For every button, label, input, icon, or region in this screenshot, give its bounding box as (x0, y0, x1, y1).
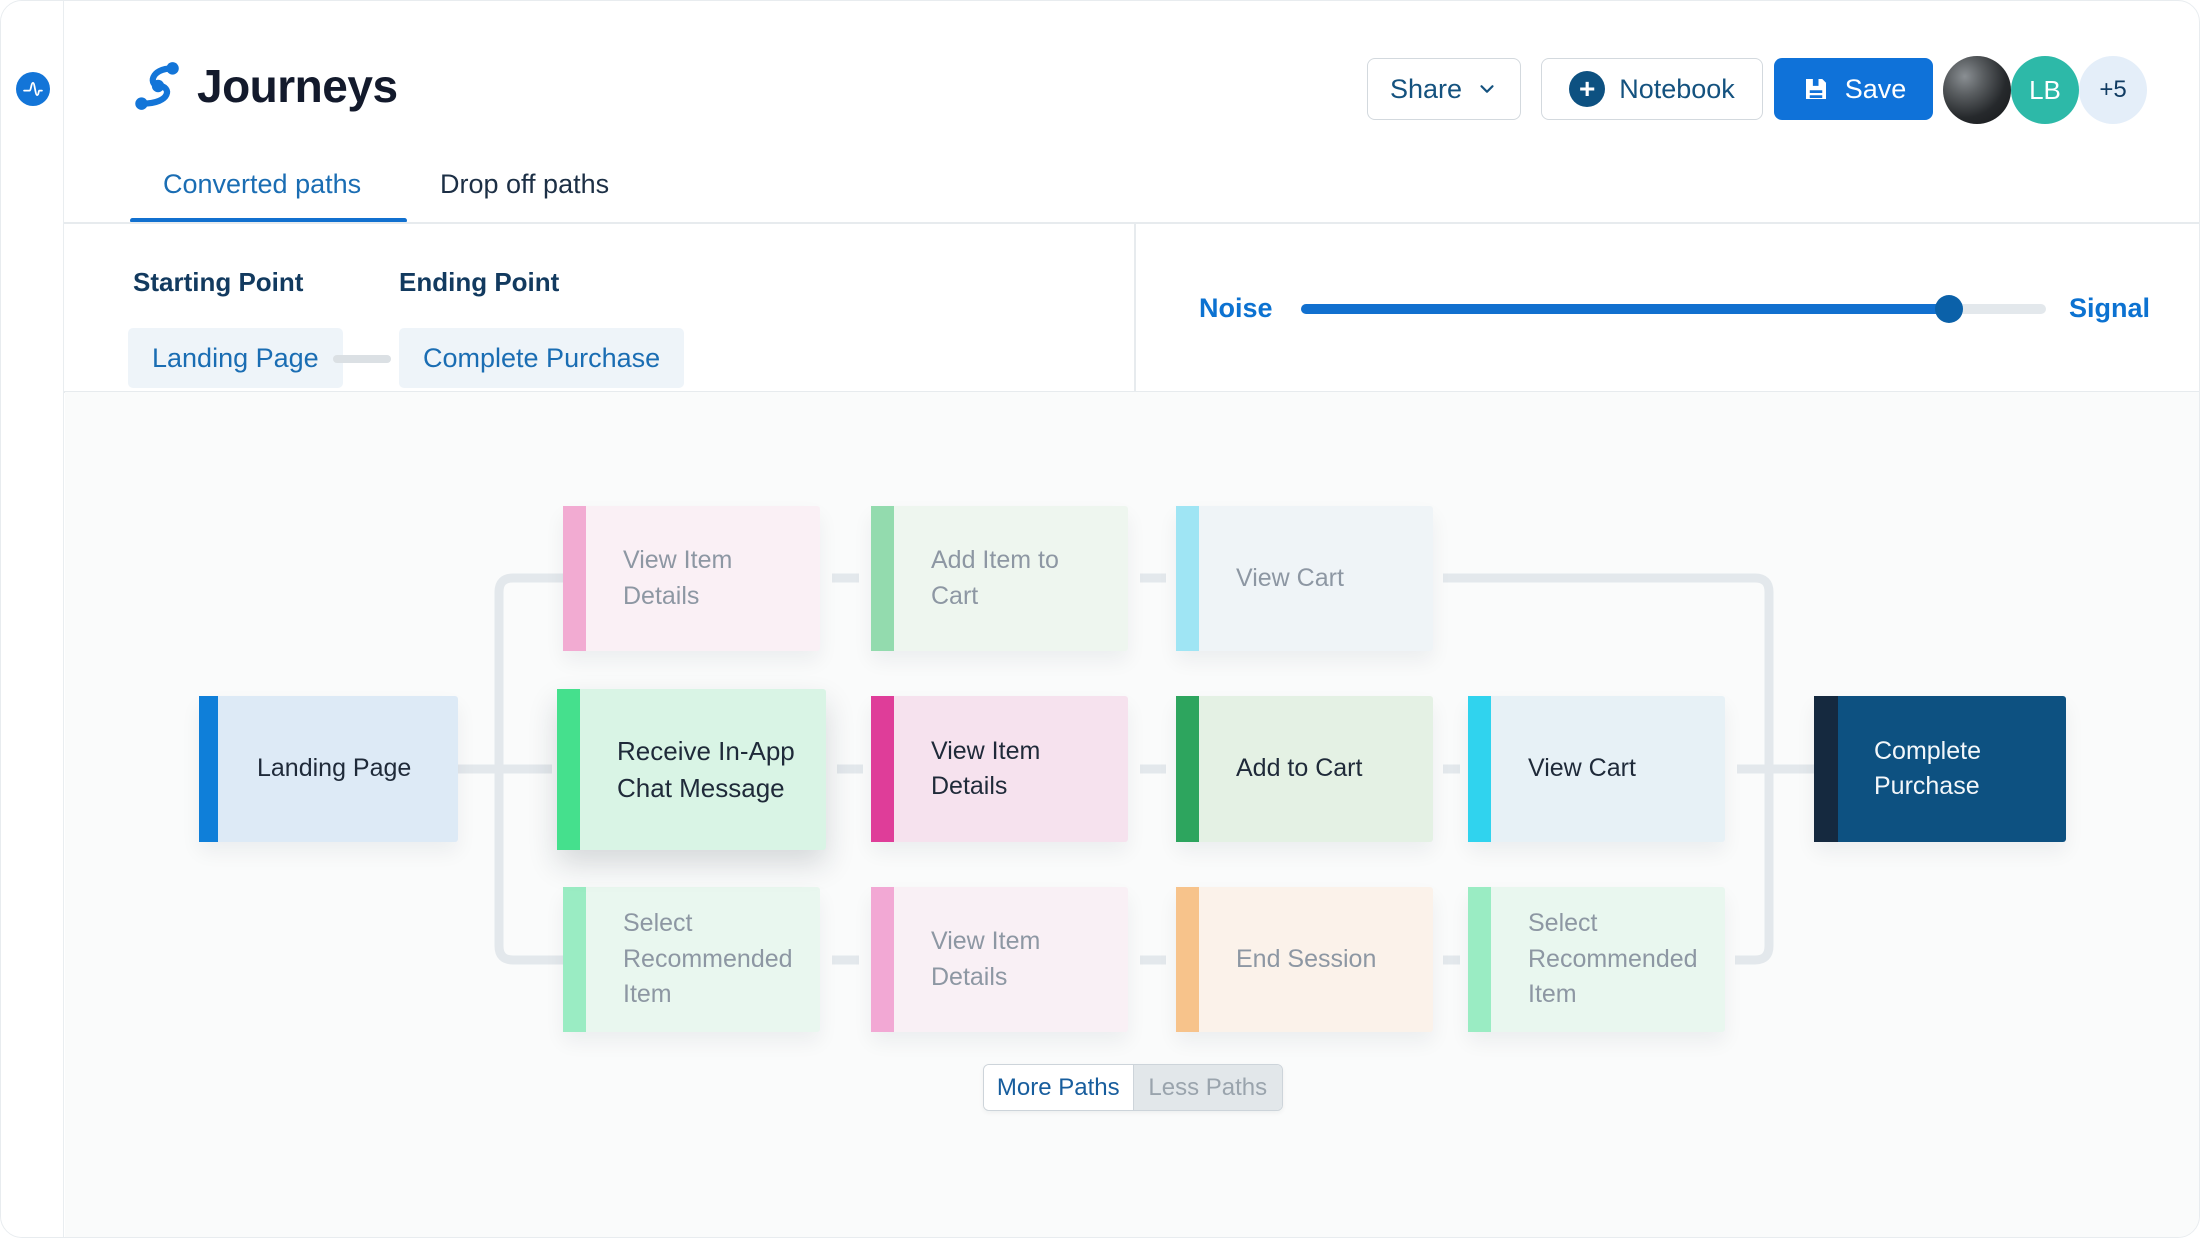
node-label: View Item Details (931, 924, 1112, 995)
node-label: View Item Details (931, 734, 1112, 805)
node-label: View Cart (1528, 751, 1636, 787)
node-accent-bar (1176, 887, 1199, 1032)
node-accent-bar (557, 689, 580, 850)
more-paths-button[interactable]: More Paths (984, 1065, 1133, 1110)
flow-node-end-session[interactable]: End Session (1176, 887, 1433, 1032)
flow-node-select-recommended-item[interactable]: Select Recommended Item (1468, 887, 1725, 1032)
node-accent-bar (563, 887, 586, 1032)
node-label: End Session (1236, 942, 1376, 978)
flow-node-view-item-details[interactable]: View Item Details (871, 696, 1128, 842)
node-accent-bar (199, 696, 218, 842)
node-label: Complete Purchase (1874, 734, 2050, 805)
node-accent-bar (1468, 696, 1491, 842)
node-label: View Cart (1236, 561, 1344, 597)
flow-node-view-cart[interactable]: View Cart (1468, 696, 1725, 842)
node-label: Add to Cart (1236, 751, 1362, 787)
node-label: Select Recommended Item (1528, 906, 1709, 1013)
node-accent-bar (563, 506, 586, 651)
flow-node-view-item-details[interactable]: View Item Details (871, 887, 1128, 1032)
node-label: Add Item to Cart (931, 543, 1112, 614)
flow-node-view-cart[interactable]: View Cart (1176, 506, 1433, 651)
node-label: Landing Page (257, 751, 411, 787)
journeys-app-window: Journeys Share + Notebook Save LB +5 Con… (0, 0, 2200, 1238)
flow-node-view-item-details[interactable]: View Item Details (563, 506, 820, 651)
node-accent-bar (1468, 887, 1491, 1032)
node-accent-bar (871, 506, 894, 651)
node-accent-bar (1176, 696, 1199, 842)
flow-node-add-item-to-cart[interactable]: Add Item to Cart (871, 506, 1128, 651)
flow-node-select-recommended-item[interactable]: Select Recommended Item (563, 887, 820, 1032)
flow-node-receive-in-app-chat-message[interactable]: Receive In-App Chat Message (557, 689, 826, 850)
node-accent-bar (871, 696, 894, 842)
less-paths-button[interactable]: Less Paths (1133, 1065, 1283, 1110)
flow-node-landing-page[interactable]: Landing Page (199, 696, 458, 842)
node-label: View Item Details (623, 543, 804, 614)
node-accent-bar (1176, 506, 1199, 651)
paths-toggle: More Paths Less Paths (983, 1064, 1283, 1111)
node-accent-bar (871, 887, 894, 1032)
node-accent-bar (1814, 696, 1838, 842)
flow-node-complete-purchase[interactable]: Complete Purchase (1814, 696, 2066, 842)
flow-node-add-to-cart[interactable]: Add to Cart (1176, 696, 1433, 842)
node-label: Select Recommended Item (623, 906, 804, 1013)
node-label: Receive In-App Chat Message (617, 733, 810, 807)
